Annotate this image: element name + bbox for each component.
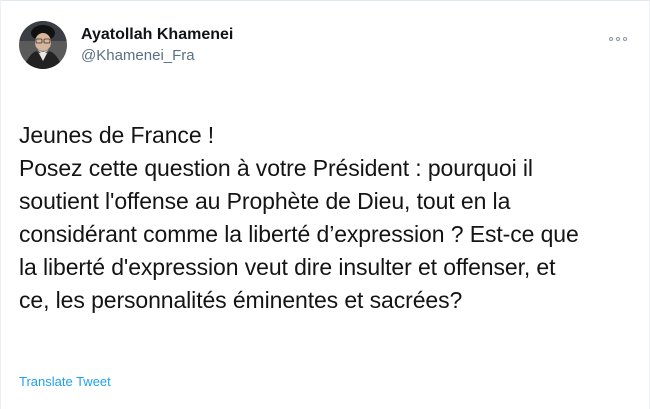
more-options-icon[interactable] — [609, 37, 627, 41]
tweet-header: Ayatollah Khamenei @Khamenei_Fra — [19, 21, 233, 69]
more-dot — [616, 37, 620, 41]
translate-tweet-link[interactable]: Translate Tweet — [19, 373, 111, 391]
tweet-text-line: Posez cette question à votre Président :… — [19, 155, 533, 181]
more-dot — [623, 37, 627, 41]
profile-photo-icon — [19, 21, 67, 69]
author-info: Ayatollah Khamenei @Khamenei_Fra — [81, 25, 233, 66]
author-handle[interactable]: @Khamenei_Fra — [81, 46, 233, 66]
tweet-text-line: la liberté d'expression veut dire insult… — [19, 254, 556, 280]
tweet-text-line: ce, les personnalités éminentes et sacré… — [19, 287, 463, 313]
tweet-card: Ayatollah Khamenei @Khamenei_Fra Jeunes … — [0, 0, 650, 409]
tweet-text-line: Jeunes de France ! — [19, 122, 215, 148]
tweet-text-line: considérant comme la liberté d’expressio… — [19, 221, 579, 247]
tweet-text: Jeunes de France ! Posez cette question … — [19, 119, 639, 317]
avatar[interactable] — [19, 21, 67, 69]
tweet-text-line: soutient l'offense au Prophète de Dieu, … — [19, 188, 511, 214]
more-dot — [609, 37, 613, 41]
author-display-name[interactable]: Ayatollah Khamenei — [81, 25, 233, 45]
